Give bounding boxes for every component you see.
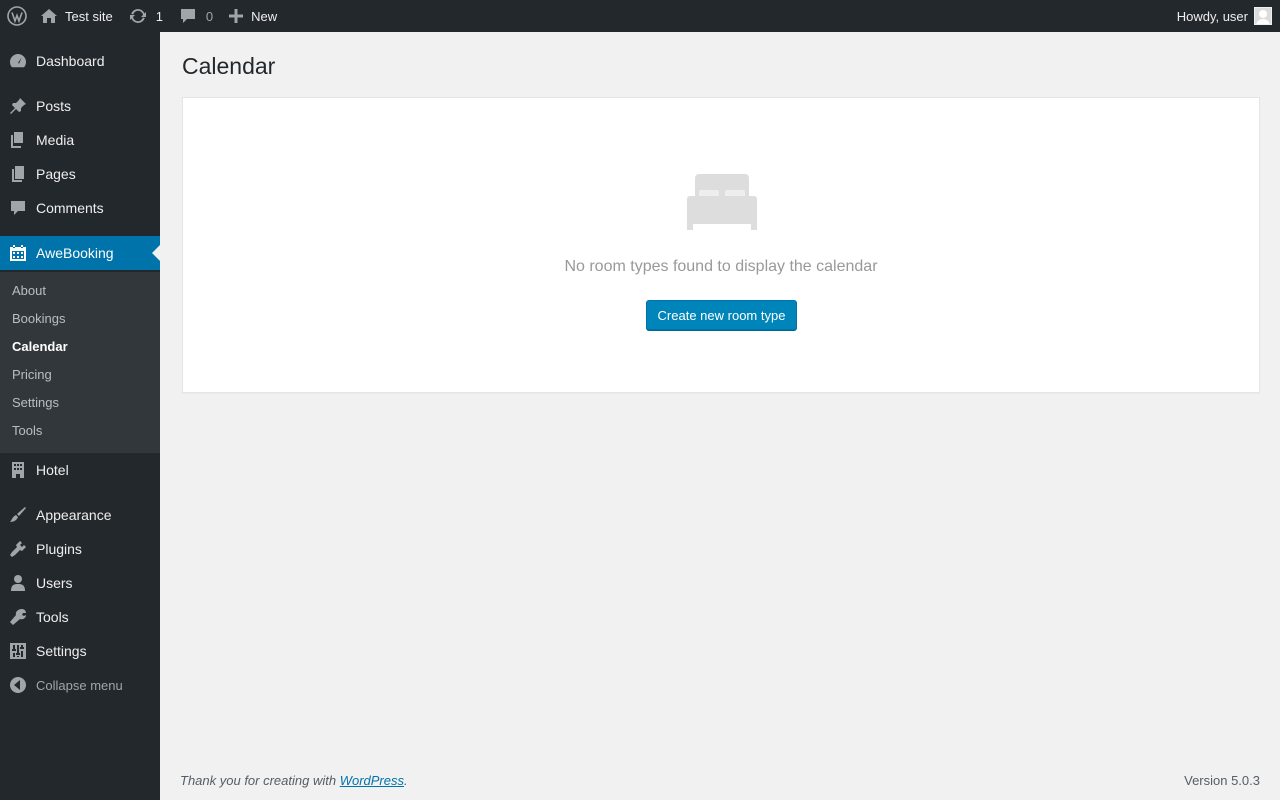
comments-link[interactable]: 0 xyxy=(171,0,221,32)
sidebar-item-appearance[interactable]: Appearance xyxy=(0,498,160,532)
new-label: New xyxy=(251,8,278,24)
home-icon xyxy=(41,9,57,23)
sidebar-item-label: Pages xyxy=(36,166,76,182)
sidebar-item-label: Settings xyxy=(36,643,87,659)
updates-icon xyxy=(129,8,146,24)
sidebar-item-label: Plugins xyxy=(36,541,82,557)
submenu-item-tools[interactable]: Tools xyxy=(12,423,42,438)
create-room-type-button[interactable]: Create new room type xyxy=(646,300,797,330)
sidebar-item-label: Media xyxy=(36,132,75,148)
updates-count: 1 xyxy=(155,8,163,24)
updates-link[interactable]: 1 xyxy=(121,0,171,32)
new-content-link[interactable]: New xyxy=(221,0,285,32)
wordpress-logo-icon xyxy=(7,6,27,26)
footer-thanks-prefix: Thank you for creating with xyxy=(180,773,340,788)
building-icon xyxy=(12,462,24,478)
sidebar-item-label: Dashboard xyxy=(36,53,105,69)
sidebar-item-label: AweBooking xyxy=(36,245,114,261)
page-title: Calendar xyxy=(182,53,276,79)
sidebar-item-label: Comments xyxy=(36,200,104,216)
sidebar-item-plugins[interactable]: Plugins xyxy=(0,532,160,566)
submenu-item-about[interactable]: About xyxy=(12,283,46,298)
sidebar-item-dashboard[interactable]: Dashboard xyxy=(0,44,160,78)
sidebar-item-users[interactable]: Users xyxy=(0,566,160,600)
wordpress-logo-button[interactable] xyxy=(0,0,34,32)
dashboard-icon xyxy=(9,54,27,68)
sidebar-item-label: Posts xyxy=(36,98,72,114)
sidebar-item-settings[interactable]: Settings xyxy=(0,634,160,668)
wordpress-link[interactable]: WordPress xyxy=(340,773,404,788)
submenu-item-settings[interactable]: Settings xyxy=(12,395,59,410)
submenu-item-calendar[interactable]: Calendar xyxy=(12,339,68,354)
comment-icon xyxy=(11,201,25,215)
bed-icon xyxy=(687,174,757,230)
calendar-empty-panel: No room types found to display the calen… xyxy=(182,97,1260,393)
submenu-item-bookings[interactable]: Bookings xyxy=(12,311,65,326)
sliders-icon xyxy=(10,643,26,659)
sidebar-item-awebooking[interactable]: AweBooking xyxy=(0,236,160,270)
admin-bar: Test site 1 0 New Howdy, user xyxy=(0,0,1280,32)
sidebar-item-label: Hotel xyxy=(36,462,69,478)
sidebar-item-label: Appearance xyxy=(36,507,112,523)
sidebar-item-label: Users xyxy=(36,575,73,591)
plugin-icon xyxy=(10,541,26,557)
site-name-label: Test site xyxy=(65,8,113,24)
comment-bubble-icon xyxy=(180,9,195,23)
sidebar-item-tools[interactable]: Tools xyxy=(0,600,160,634)
pin-icon xyxy=(10,98,26,114)
footer-thanks: Thank you for creating with WordPress. xyxy=(180,773,408,788)
sidebar-item-label: Tools xyxy=(36,609,69,625)
pages-icon xyxy=(12,166,24,182)
submenu-item-pricing[interactable]: Pricing xyxy=(12,367,52,382)
sidebar-item-posts[interactable]: Posts xyxy=(0,89,160,123)
collapse-menu-button[interactable]: Collapse menu xyxy=(0,668,160,702)
footer-thanks-suffix: . xyxy=(404,773,408,788)
awebooking-submenu: About Bookings Calendar Pricing Settings… xyxy=(0,272,160,453)
brush-icon xyxy=(10,507,26,522)
sidebar-item-hotel[interactable]: Hotel xyxy=(0,453,160,487)
comments-count: 0 xyxy=(205,8,214,24)
account-menu[interactable]: Howdy, user xyxy=(1169,0,1280,32)
collapse-menu-label: Collapse menu xyxy=(36,677,123,693)
admin-sidebar: Dashboard Posts Media Pages Comments Awe… xyxy=(0,32,160,800)
collapse-arrow-icon xyxy=(10,677,26,693)
site-name-link[interactable]: Test site xyxy=(34,0,121,32)
sidebar-item-media[interactable]: Media xyxy=(0,123,160,157)
sidebar-item-comments[interactable]: Comments xyxy=(0,191,160,225)
version-label: Version 5.0.3 xyxy=(1184,773,1260,788)
avatar xyxy=(1254,7,1272,25)
sidebar-item-pages[interactable]: Pages xyxy=(0,157,160,191)
empty-state-message: No room types found to display the calen… xyxy=(564,258,878,275)
user-icon xyxy=(11,575,25,591)
plus-icon xyxy=(229,9,244,23)
wrench-icon xyxy=(10,609,26,625)
media-icon xyxy=(11,132,23,148)
calendar-icon xyxy=(10,245,26,261)
greeting-label: Howdy, user xyxy=(1176,8,1248,24)
